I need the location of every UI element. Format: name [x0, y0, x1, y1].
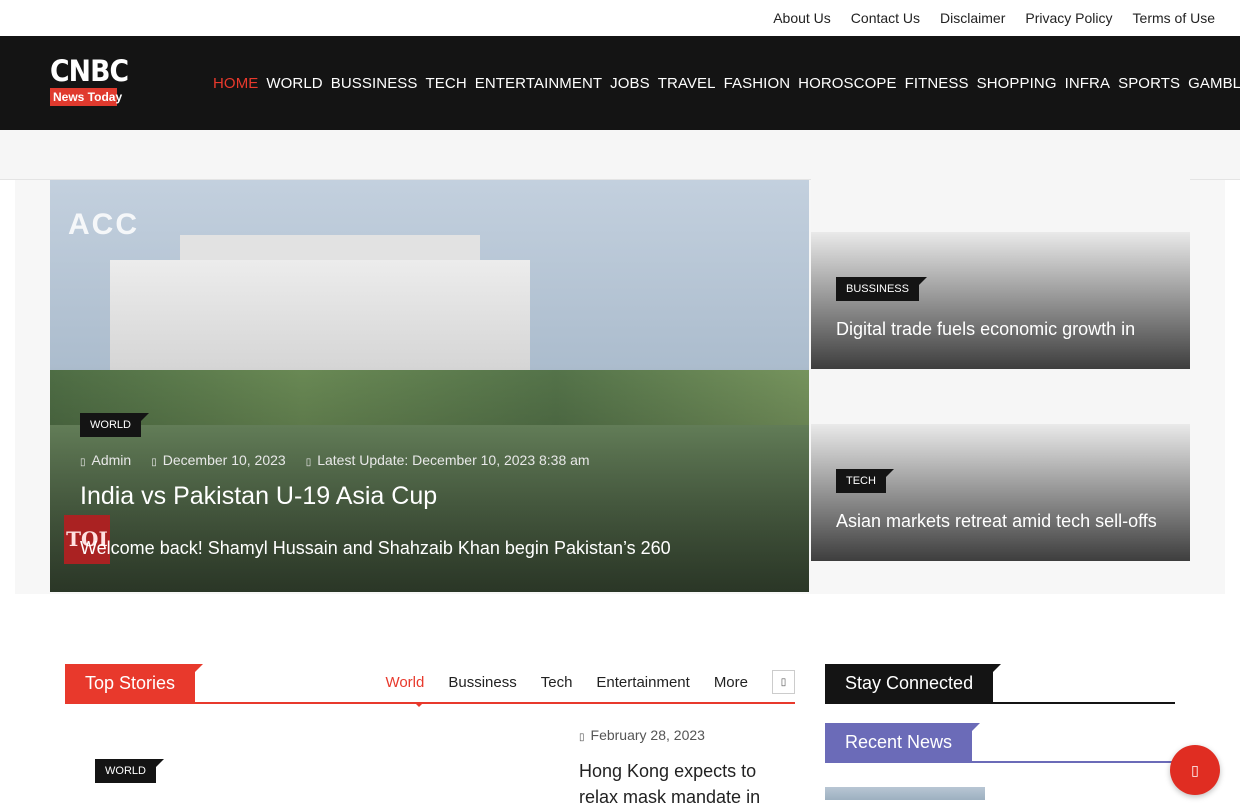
tab-tech[interactable]: Tech	[541, 674, 573, 691]
top-stories-header: Top Stories World Bussiness Tech Enterta…	[65, 664, 795, 707]
nav-item-bussiness[interactable]: BUSSINESS	[331, 75, 418, 92]
terms-of-use-link[interactable]: Terms of Use	[1133, 10, 1215, 26]
hero-author[interactable]: ▯ Admin	[80, 452, 131, 468]
logo-brand-text: CNBC	[50, 54, 129, 88]
stay-connected-title: Stay Connected	[825, 664, 1002, 702]
arrow-up-icon: ▯	[1191, 761, 1199, 778]
calendar-icon: ▯	[151, 457, 157, 468]
side-card-tech[interactable]: TECH Asian markets retreat amid tech sel…	[811, 369, 1190, 561]
tab-bussiness[interactable]: Bussiness	[448, 674, 516, 691]
acc-logo: ACC	[68, 208, 139, 241]
calendar-icon: ▯	[579, 732, 585, 743]
disclaimer-link[interactable]: Disclaimer	[940, 10, 1005, 26]
about-us-link[interactable]: About Us	[773, 10, 831, 26]
nav-item-world[interactable]: WORLD	[266, 75, 322, 92]
hero-updated-text: Latest Update: December 10, 2023 8:38 am	[317, 452, 590, 468]
side-card-title[interactable]: Asian markets retreat amid tech sell-off…	[836, 511, 1157, 532]
clock-icon: ▯	[305, 457, 312, 468]
recent-news-title: Recent News	[825, 723, 981, 761]
hero-article[interactable]: ACC TOI WORLD ▯ Admin ▯ December 10, 2023 …	[50, 180, 809, 592]
header-band	[0, 130, 1240, 180]
article-date: ▯ February 28, 2023	[579, 727, 705, 743]
contact-us-link[interactable]: Contact Us	[851, 10, 920, 26]
nav-item-jobs[interactable]: JOBS	[610, 75, 650, 92]
hero-date: ▯ December 10, 2023	[151, 452, 285, 468]
side-card-title[interactable]: Digital trade fuels economic growth in	[836, 319, 1135, 340]
nav-item-fashion[interactable]: FASHION	[724, 75, 791, 92]
nav-item-sports[interactable]: SPORTS	[1118, 75, 1180, 92]
side-card-bussiness[interactable]: BUSSINESS Digital trade fuels economic g…	[811, 177, 1190, 369]
nav-item-fitness[interactable]: FITNESS	[905, 75, 969, 92]
tabs-dropdown-icon[interactable]: ▯	[772, 670, 795, 694]
nav-item-shopping[interactable]: SHOPPING	[977, 75, 1057, 92]
article-date-text: February 28, 2023	[590, 727, 705, 743]
tab-world[interactable]: World	[385, 674, 424, 691]
nav-item-tech[interactable]: TECH	[426, 75, 467, 92]
user-icon: ▯	[80, 457, 86, 468]
recent-news-header: Recent News	[825, 723, 1175, 763]
nav-item-travel[interactable]: TRAVEL	[658, 75, 716, 92]
tab-more[interactable]: More	[714, 674, 748, 691]
site-logo[interactable]: CNBC News Today	[50, 54, 129, 108]
main-nav: HOME WORLD BUSSINESS TECH ENTERTAINMENT …	[213, 36, 1240, 130]
nav-item-horoscope[interactable]: HOROSCOPE	[798, 75, 896, 92]
side-card-category-tag[interactable]: BUSSINESS	[836, 277, 927, 301]
logo-tagline: News Today	[50, 88, 122, 106]
nav-item-gambling[interactable]: GAMBLING	[1188, 75, 1240, 92]
top-utility-bar: About Us Contact Us Disclaimer Privacy P…	[0, 0, 1240, 36]
hero-category-tag[interactable]: WORLD	[80, 413, 149, 437]
stay-connected-header: Stay Connected	[825, 664, 1175, 704]
side-card-category-tag[interactable]: TECH	[836, 469, 894, 493]
hero-overlay	[50, 180, 809, 592]
article-title[interactable]: Hong Kong expects to relax mask mandate …	[579, 758, 789, 810]
top-stories-title: Top Stories	[65, 664, 204, 702]
recent-news-thumbnail[interactable]	[825, 787, 985, 800]
hero-author-name: Admin	[91, 452, 132, 468]
hero-updated: ▯ Latest Update: December 10, 2023 8:38 a…	[306, 452, 590, 468]
utility-links: About Us Contact Us Disclaimer Privacy P…	[773, 0, 1215, 36]
nav-item-entertainment[interactable]: ENTERTAINMENT	[475, 75, 602, 92]
hero-title[interactable]: India vs Pakistan U-19 Asia Cup	[80, 482, 437, 511]
top-stories-tabs: World Bussiness Tech Entertainment More …	[385, 664, 795, 700]
nav-item-home[interactable]: HOME	[213, 75, 258, 92]
hero-meta: ▯ Admin ▯ December 10, 2023 ▯ Latest Update…	[80, 452, 590, 468]
tab-entertainment[interactable]: Entertainment	[596, 674, 689, 691]
privacy-policy-link[interactable]: Privacy Policy	[1025, 10, 1112, 26]
hero-date-text: December 10, 2023	[162, 452, 286, 468]
selected-tab-indicator	[414, 702, 424, 707]
nav-item-infra[interactable]: INFRA	[1065, 75, 1111, 92]
article-category-tag[interactable]: WORLD	[95, 759, 164, 783]
hero-excerpt: Welcome back! Shamyl Hussain and Shahzai…	[80, 538, 671, 558]
site-header: CNBC News Today HOME WORLD BUSSINESS TEC…	[0, 36, 1240, 130]
scroll-to-top-button[interactable]: ▯	[1170, 745, 1220, 795]
